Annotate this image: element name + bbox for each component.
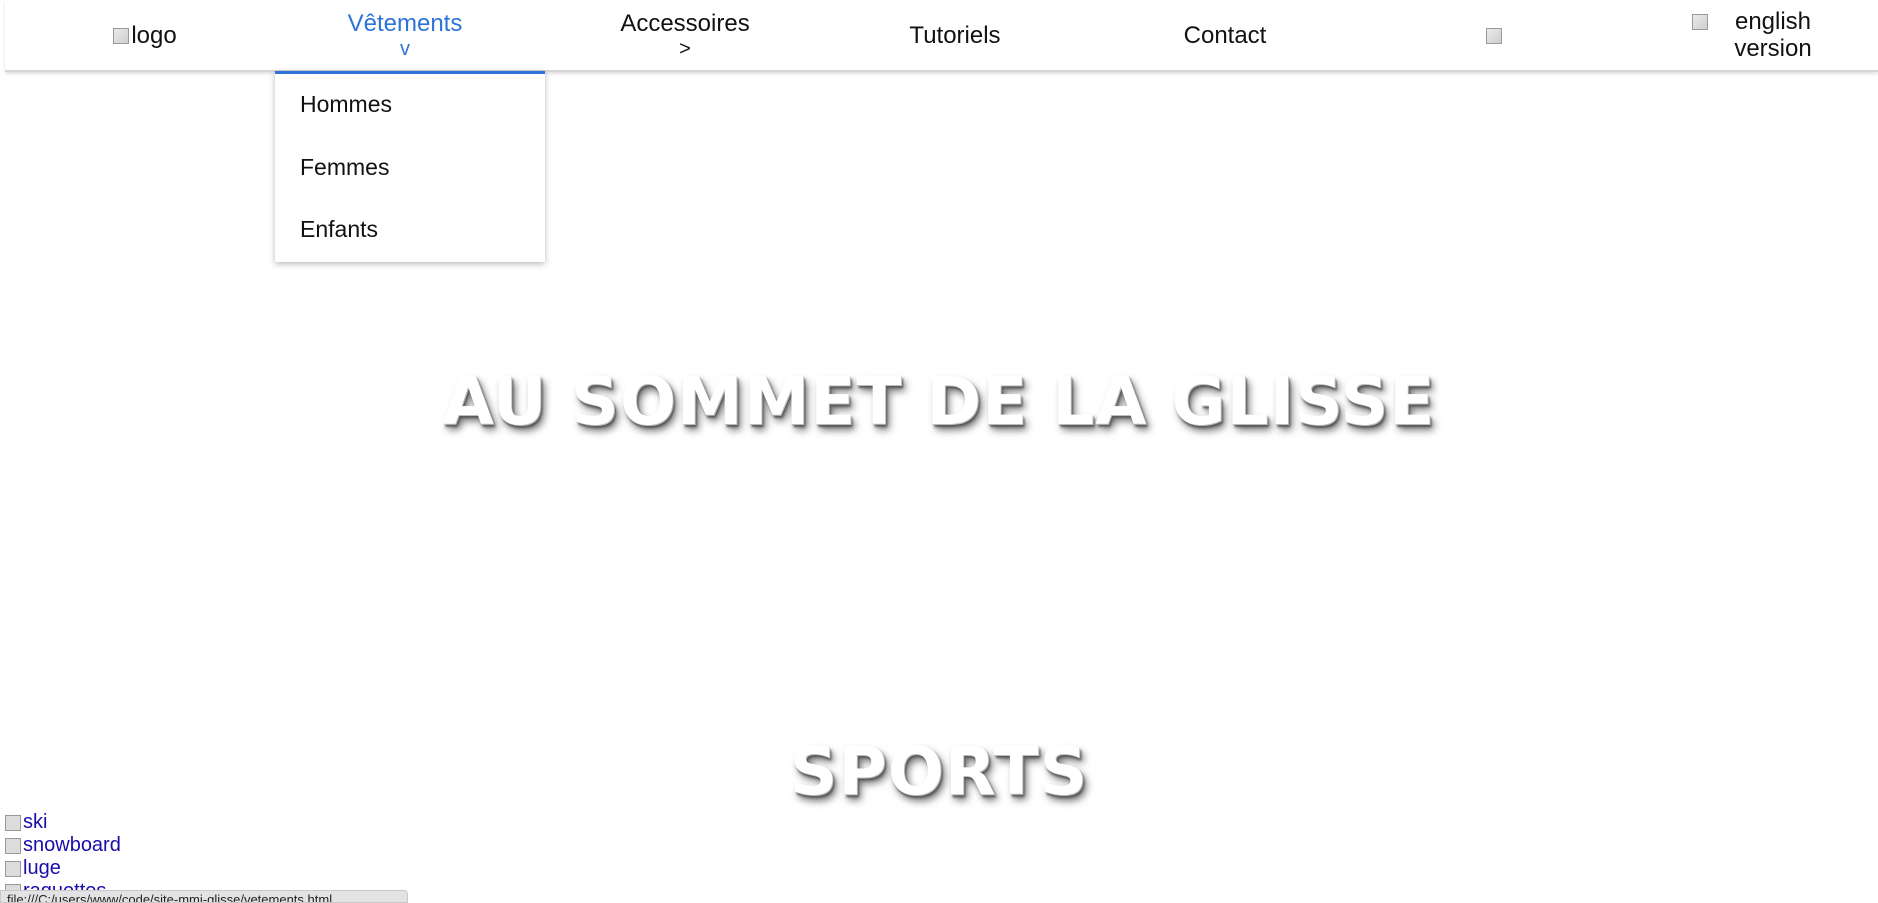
- chevron-down-icon: v: [400, 37, 410, 60]
- chevron-right-icon: >: [679, 37, 691, 60]
- broken-image-icon: [1486, 28, 1502, 44]
- nav-item-label: Vêtements: [347, 9, 463, 37]
- broken-image-icon: [113, 28, 130, 44]
- dropdown-item-enfants[interactable]: Enfants: [300, 216, 378, 243]
- logo-link[interactable]: logo: [105, 0, 185, 70]
- english-alt-text: english version: [1734, 8, 1812, 62]
- nav-item-tutoriels[interactable]: Tutoriels: [895, 0, 1015, 70]
- account-link[interactable]: [1480, 0, 1510, 70]
- dropdown-item-femmes[interactable]: Femmes: [300, 154, 389, 181]
- logo-image: logo: [113, 21, 177, 49]
- broken-image-icon: [5, 837, 21, 854]
- top-navbar: logo Vêtements v Accessoires > Tutoriels…: [5, 0, 1878, 72]
- english-version-link[interactable]: english version: [1685, 0, 1835, 70]
- broken-image-icon: [1692, 14, 1708, 30]
- nav-item-contact[interactable]: Contact: [1165, 0, 1285, 70]
- sport-link-label: luge: [23, 857, 61, 879]
- nav-item-vetements[interactable]: Vêtements v: [335, 0, 475, 70]
- nav-item-label: Contact: [1183, 21, 1267, 49]
- broken-image-icon: [5, 860, 21, 877]
- sport-link-luge[interactable]: luge: [5, 857, 121, 880]
- broken-image-icon: [5, 814, 21, 831]
- sports-heading: SPORTS: [789, 733, 1089, 810]
- sport-link-snowboard[interactable]: snowboard: [5, 834, 121, 857]
- sport-link-ski[interactable]: ski: [5, 811, 121, 834]
- sport-link-label: ski: [23, 811, 48, 833]
- dropdown-item-hommes[interactable]: Hommes: [300, 91, 392, 118]
- nav-item-label: Tutoriels: [909, 21, 1001, 49]
- english-flag-image: english version: [1692, 8, 1828, 62]
- sport-link-label: snowboard: [23, 834, 121, 856]
- vetements-dropdown-menu: Hommes Femmes Enfants: [275, 71, 545, 262]
- logo-alt-text: logo: [131, 21, 177, 49]
- nav-item-label: Accessoires: [620, 9, 750, 37]
- account-image: [1486, 27, 1504, 44]
- browser-status-bar: file:///C:/users/www/code/site-mmi-gliss…: [0, 890, 408, 903]
- status-url: file:///C:/users/www/code/site-mmi-gliss…: [7, 892, 333, 903]
- nav-item-accessoires[interactable]: Accessoires >: [615, 0, 755, 70]
- hero-title: AU SOMMET DE LA GLISSE: [442, 363, 1436, 440]
